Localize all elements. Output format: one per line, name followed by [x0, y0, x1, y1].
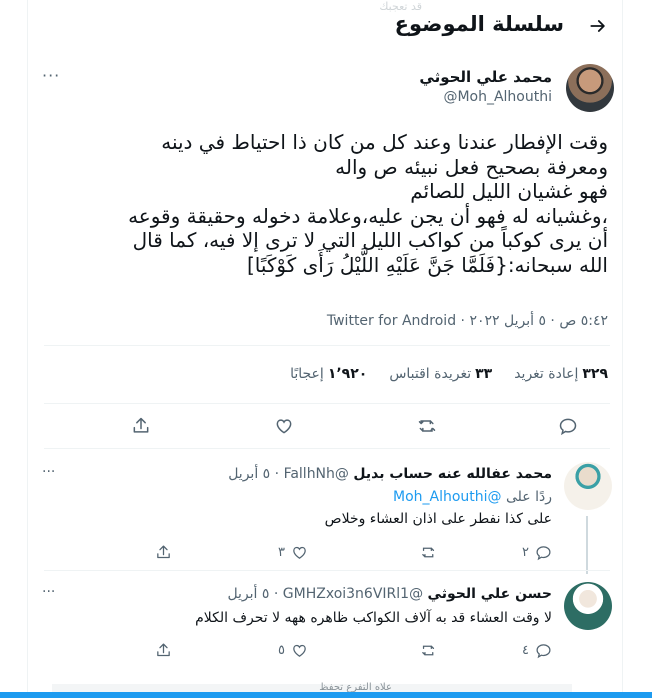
reply-count: ٤	[522, 642, 529, 658]
heart-icon	[293, 644, 306, 657]
tweet-author: محمد علي الحوثي @Moh_Alhouthi ···	[28, 60, 624, 116]
avatar[interactable]	[564, 462, 612, 510]
reply-header: حسن علي الحوثي @GMHZxoi3n6VIRl1 · ٥ أبري…	[227, 586, 552, 602]
share-icon	[133, 417, 149, 433]
more-horizontal-icon[interactable]: ···	[42, 464, 55, 480]
back-button[interactable]	[584, 12, 612, 40]
replying-to-link[interactable]: @Moh_Alhouthi	[393, 489, 502, 505]
tweet-meta: ٥:٤٢ ص · ٥ أبريل ٢٠٢٢ · Twitter for Andr…	[327, 313, 608, 329]
separator: ·	[274, 466, 280, 482]
retweet-icon	[422, 547, 435, 557]
reply-icon	[536, 643, 551, 658]
quote-stat[interactable]: ٣٣تغريدة اقتباس	[389, 366, 492, 382]
share-icon	[157, 642, 170, 656]
arrow-right-icon	[590, 20, 605, 32]
tweet-actions	[28, 404, 624, 448]
retweet-icon	[422, 645, 435, 655]
reply-date[interactable]: ٥ أبريل	[227, 586, 269, 602]
reply-author-name[interactable]: حسن علي الحوثي	[428, 586, 552, 602]
bottom-accent-bar	[0, 692, 652, 698]
meta-separator: ·	[460, 313, 465, 329]
reply-actions: ٢ ٣	[28, 540, 624, 564]
separator: ·	[273, 586, 279, 602]
avatar[interactable]	[566, 64, 614, 112]
retweet-button[interactable]	[419, 540, 438, 564]
meta-separator: ·	[550, 313, 555, 329]
avatar[interactable]	[564, 582, 612, 630]
reply-text: لا وقت العشاء قد به آلاف الكواكب ظاهره ه…	[195, 610, 552, 626]
reply-button[interactable]: ٤	[522, 638, 552, 662]
tweet-date[interactable]: ٥ أبريل ٢٠٢٢	[469, 313, 546, 329]
reply-item[interactable]: حسن علي الحوثي @GMHZxoi3n6VIRl1 · ٥ أبري…	[28, 580, 624, 680]
share-button[interactable]	[155, 638, 172, 662]
divider	[44, 448, 610, 449]
reply-author-handle[interactable]: @FallhNh	[284, 466, 349, 482]
reply-header: محمد عفالله عنه حساب بديل @FallhNh · ٥ أ…	[228, 466, 552, 482]
reply-icon	[536, 545, 551, 560]
share-button[interactable]	[129, 414, 153, 438]
replying-prefix: ردًا على	[506, 489, 552, 505]
reply-actions: ٤ ٥	[28, 638, 624, 662]
like-button[interactable]	[272, 414, 296, 438]
like-button[interactable]: ٣	[278, 540, 308, 564]
reply-icon	[559, 418, 577, 436]
reply-item[interactable]: محمد عفالله عنه حساب بديل @FallhNh · ٥ أ…	[28, 460, 624, 575]
retweet-icon	[418, 420, 436, 432]
author-handle[interactable]: @Moh_Alhouthi	[443, 89, 552, 105]
divider	[44, 345, 610, 346]
divider	[44, 570, 610, 571]
replying-to: ردًا على @Moh_Alhouthi	[393, 489, 552, 505]
share-icon	[157, 544, 170, 558]
top-bar: سلسلة الموضوع	[28, 0, 624, 52]
retweet-button[interactable]	[419, 638, 438, 662]
retweet-button[interactable]	[415, 414, 439, 438]
more-horizontal-icon[interactable]: ···	[42, 584, 55, 600]
reply-author-name[interactable]: محمد عفالله عنه حساب بديل	[353, 466, 552, 482]
heart-icon	[293, 546, 306, 559]
reply-text: على كذا نفطر على اذان العشاء وخلاص	[324, 511, 552, 527]
reply-button[interactable]	[556, 414, 580, 438]
retweet-stat[interactable]: ٣٢٩إعادة تغريد	[514, 366, 608, 382]
author-name[interactable]: محمد علي الحوثي	[419, 68, 552, 86]
like-stat[interactable]: ١٬٩٢٠إعجابًا	[290, 366, 367, 382]
more-horizontal-icon[interactable]: ···	[42, 66, 60, 85]
reply-button[interactable]: ٢	[522, 540, 552, 564]
reply-count: ٢	[522, 544, 529, 560]
tweet-time[interactable]: ٥:٤٢ ص	[559, 313, 608, 329]
tweet-client[interactable]: Twitter for Android	[327, 313, 456, 329]
like-count: ٣	[278, 544, 285, 560]
reply-author-handle[interactable]: @GMHZxoi3n6VIRl1	[283, 586, 423, 602]
share-button[interactable]	[155, 540, 172, 564]
like-button[interactable]: ٥	[278, 638, 308, 662]
heart-icon	[276, 419, 292, 434]
timeline-column: قد تعجبك سلسلة الموضوع محمد علي الحوثي @…	[27, 0, 623, 698]
tweet-text: وقت الإفطار عندنا وعند كل من كان ذا احتي…	[128, 130, 608, 277]
tweet-stats: ٣٢٩إعادة تغريد ٣٣تغريدة اقتباس ١٬٩٢٠إعجا…	[290, 366, 608, 382]
page-title: سلسلة الموضوع	[394, 12, 564, 36]
like-count: ٥	[278, 642, 285, 658]
reply-date[interactable]: ٥ أبريل	[228, 466, 270, 482]
